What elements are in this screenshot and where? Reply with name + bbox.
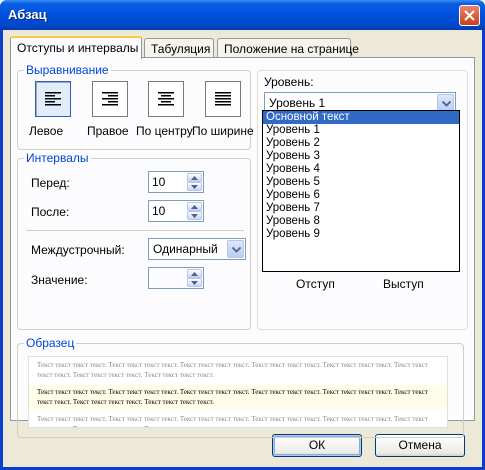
arrow-up-icon — [191, 272, 198, 276]
arrow-up-icon — [191, 205, 198, 209]
arrow-down-icon — [191, 214, 198, 218]
before-value: 10 — [152, 175, 166, 189]
arrow-down-icon — [191, 185, 198, 189]
preview-box: Текст текст текст текст. Текст текст тек… — [28, 356, 448, 428]
tab-indents-spacing[interactable]: Отступы и интервалы — [10, 36, 142, 59]
after-spinner[interactable]: 10 — [148, 200, 204, 222]
align-left-button[interactable] — [35, 81, 71, 117]
level-option[interactable]: Уровень 1 — [263, 124, 459, 137]
preview-main-text: Текст текст текст текст. Текст текст тек… — [29, 385, 447, 409]
before-up-button[interactable] — [187, 173, 202, 182]
preview-group-label: Образец — [24, 336, 77, 350]
chevron-down-icon — [442, 101, 451, 107]
level-option[interactable]: Уровень 2 — [263, 137, 459, 150]
after-up-button[interactable] — [187, 202, 202, 211]
arrow-down-icon — [191, 281, 198, 285]
level-value: Уровень 1 — [269, 96, 326, 110]
align-center-label: По центру — [136, 124, 193, 138]
level-option[interactable]: Уровень 5 — [263, 176, 459, 189]
line-spacing-value: Одинарный — [153, 242, 218, 256]
spacing-divider — [26, 230, 244, 231]
spacing-value-label: Значение: — [31, 273, 88, 287]
align-right-button[interactable] — [92, 81, 128, 117]
level-label: Уровень: — [264, 75, 314, 89]
preview-before-text: Текст текст текст текст. Текст текст тек… — [37, 361, 428, 379]
align-justify-label: По ширине — [192, 124, 254, 138]
spacing-group: Интервалы Перед: 10 После: 10 Междустроч… — [17, 151, 251, 330]
level-option[interactable]: Уровень 6 — [263, 189, 459, 202]
level-option[interactable]: Уровень 3 — [263, 150, 459, 163]
dialog-title: Абзац — [8, 7, 47, 22]
close-icon — [464, 10, 475, 21]
first-line-indent-label: Отступ — [296, 277, 335, 291]
close-button[interactable] — [459, 5, 480, 26]
line-spacing-dropdown-button[interactable] — [227, 240, 244, 258]
before-down-button[interactable] — [187, 182, 202, 191]
spacing-value-spinner[interactable] — [148, 267, 204, 289]
level-option[interactable]: Уровень 7 — [263, 202, 459, 215]
before-label: Перед: — [31, 176, 70, 190]
level-option[interactable]: Уровень 9 — [263, 228, 459, 241]
preview-group: Образец Текст текст текст текст. Текст т… — [17, 336, 464, 438]
tab-tabs[interactable]: Табуляция — [144, 38, 214, 58]
after-label: После: — [31, 205, 70, 219]
paragraph-dialog: Абзац Отступы и интервалы Табуляция Поло… — [0, 0, 485, 470]
align-center-button[interactable] — [148, 81, 184, 117]
align-right-icon — [102, 92, 118, 106]
after-value: 10 — [152, 204, 166, 218]
level-dropdown-list[interactable]: Основной текст Уровень 1 Уровень 2 Уровень … — [262, 110, 460, 272]
align-justify-button[interactable] — [205, 81, 241, 117]
line-spacing-select[interactable]: Одинарный — [148, 238, 246, 260]
arrow-up-icon — [191, 176, 198, 180]
spacing-group-label: Интервалы — [24, 151, 91, 165]
spacing-value-up-button[interactable] — [187, 269, 202, 278]
dialog-body: Отступы и интервалы Табуляция Положение … — [3, 30, 482, 467]
after-down-button[interactable] — [187, 211, 202, 220]
level-option[interactable]: Основной текст — [263, 111, 459, 124]
hanging-indent-label: Выступ — [383, 277, 424, 291]
spacing-value-down-button[interactable] — [187, 278, 202, 287]
align-left-label: Левое — [29, 124, 64, 138]
alignment-group-label: Выравнивание — [24, 63, 111, 77]
align-justify-icon — [215, 92, 231, 106]
preview-after-text: Текст текст текст текст. Текст текст тек… — [37, 415, 428, 427]
tab-page-position[interactable]: Положение на странице — [217, 38, 359, 58]
align-left-icon — [45, 92, 61, 106]
level-option[interactable]: Уровень 8 — [263, 215, 459, 228]
level-option[interactable]: Уровень 4 — [263, 163, 459, 176]
align-center-icon — [158, 92, 174, 106]
title-bar[interactable]: Абзац — [0, 0, 485, 30]
align-right-label: Правое — [87, 124, 129, 138]
line-spacing-label: Междустрочный: — [31, 243, 125, 257]
before-spinner[interactable]: 10 — [148, 171, 204, 193]
chevron-down-icon — [232, 247, 241, 253]
alignment-group: Выравнивание Левое Правое По центру По ш… — [17, 63, 254, 150]
